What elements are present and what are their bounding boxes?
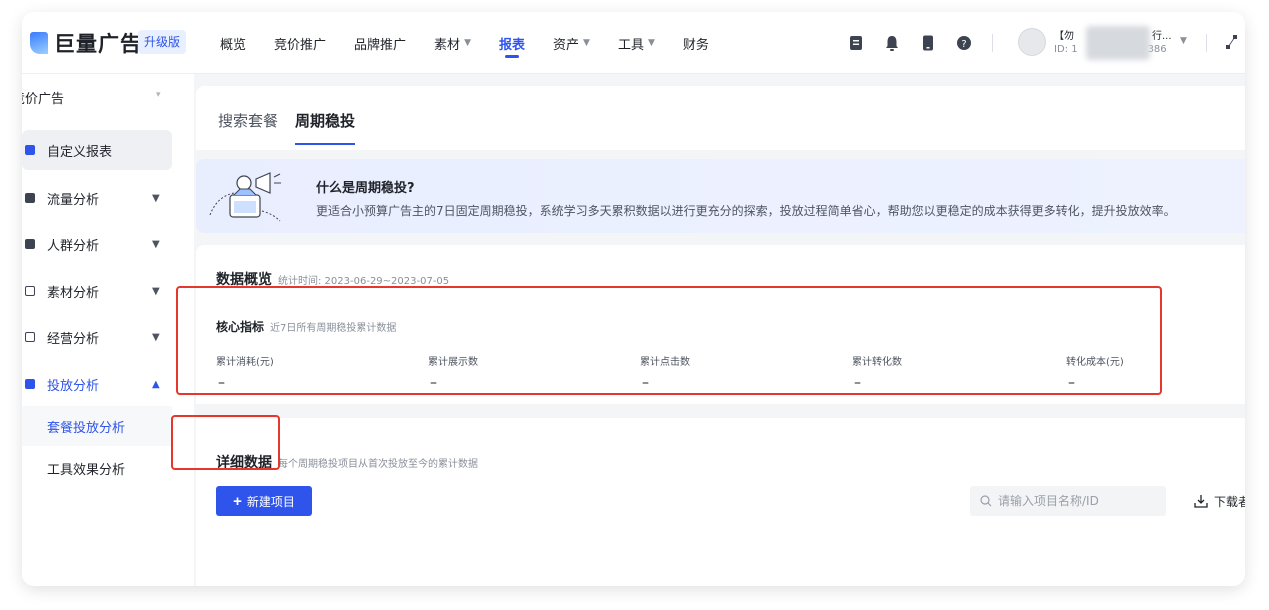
core-metrics-highlight	[176, 286, 1162, 395]
layers-icon	[25, 379, 35, 389]
account-name-tail: 行...	[1152, 31, 1172, 42]
audience-icon	[25, 239, 35, 249]
detail-data-subtitle: 每个周期稳投项目从首次投放至今的累计数据	[278, 459, 478, 470]
brand-logo-icon[interactable]	[30, 32, 48, 54]
business-icon	[25, 332, 35, 342]
nav-item-overview[interactable]: 概览	[220, 12, 246, 74]
nav-item-brand[interactable]: 品牌推广	[354, 12, 406, 74]
account-id-suffix: 386	[1147, 44, 1167, 55]
tab-periodic-stable[interactable]: 周期稳投	[295, 110, 356, 145]
banner-description: 更适合小预算广告主的7日固定周期稳投，系统学习多天累积数据以进行更充分的探索，投…	[316, 204, 1176, 218]
section-separator	[196, 404, 1245, 418]
sidebar: 竞价广告 ▾ 自定义报表 流量分析 ▼ 人群分析 ▼ 素材分析 ▼ 经营分析 ▼	[22, 74, 194, 586]
new-project-button[interactable]: + 新建项目	[216, 486, 312, 516]
svg-text:?: ?	[961, 39, 966, 50]
chevron-up-icon: ▲	[152, 378, 160, 390]
chevron-down-icon[interactable]: ▼	[1180, 36, 1187, 46]
sidebar-group-label: 竞价广告	[22, 92, 65, 107]
main-nav: 概览 竞价推广 品牌推广 素材 ▼ 报表 资产 ▼ 工具 ▼ 财务	[220, 12, 737, 74]
nav-label: 财务	[682, 37, 709, 53]
sidebar-item-label: 人群分析	[47, 238, 100, 254]
nav-label: 品牌推广	[354, 37, 407, 53]
tab-label: 周期稳投	[295, 112, 356, 130]
chart-icon	[25, 193, 35, 203]
sidebar-item-business-analysis[interactable]: 经营分析 ▼	[22, 317, 172, 357]
nav-item-assets[interactable]: 资产 ▼	[553, 12, 590, 74]
sidebar-item-delivery-analysis[interactable]: 投放分析 ▲	[22, 364, 172, 404]
sidebar-subitem-label: 套餐投放分析	[47, 420, 126, 436]
account-id-prefix: ID: 1	[1054, 44, 1078, 55]
toolbar-icons: ?	[848, 34, 1007, 52]
sidebar-group-bidding-ads[interactable]: 竞价广告 ▾	[22, 88, 162, 107]
chevron-down-icon: ▼	[583, 38, 590, 48]
toolbar-divider	[992, 34, 993, 52]
bell-icon[interactable]	[884, 35, 900, 51]
nav-label: 资产	[553, 37, 580, 53]
help-icon[interactable]: ?	[956, 35, 972, 51]
info-banner: 什么是周期稳投? 更适合小预算广告主的7日固定周期稳投，系统学习多天累积数据以进…	[196, 159, 1245, 233]
chevron-down-icon: ▼	[152, 285, 160, 297]
new-project-label: 新建项目	[246, 494, 295, 509]
tab-label: 搜索套餐	[218, 112, 279, 130]
tabs-card: 搜索套餐 周期稳投	[196, 86, 1245, 150]
download-label: 下载者	[1214, 494, 1245, 509]
report-icon	[25, 145, 35, 155]
tools-icon[interactable]	[1222, 33, 1240, 51]
banner-title: 什么是周期稳投?	[316, 181, 415, 196]
project-search[interactable]	[970, 486, 1166, 516]
nav-item-creative[interactable]: 素材 ▼	[434, 12, 471, 74]
sidebar-item-audience-analysis[interactable]: 人群分析 ▼	[22, 224, 172, 264]
sidebar-item-traffic-analysis[interactable]: 流量分析 ▼	[22, 178, 172, 218]
creative-icon	[25, 286, 35, 296]
sidebar-subitem-tool-effect[interactable]: 工具效果分析	[22, 448, 172, 488]
document-icon[interactable]	[848, 35, 864, 51]
chevron-down-icon: ▼	[152, 238, 160, 250]
download-button[interactable]: 下载者	[1194, 486, 1245, 516]
download-icon	[1194, 495, 1208, 508]
brand-name[interactable]: 巨量广告	[54, 28, 142, 58]
nav-item-reports[interactable]: 报表	[499, 12, 525, 74]
nav-label: 概览	[220, 37, 247, 53]
sidebar-item-custom-report[interactable]: 自定义报表	[22, 130, 172, 170]
phone-icon[interactable]	[920, 35, 936, 51]
chevron-down-icon: ▼	[152, 192, 160, 204]
plus-icon: +	[233, 492, 242, 510]
upgrade-badge[interactable]: 升级版	[138, 30, 187, 54]
nav-item-bidding[interactable]: 竞价推广	[274, 12, 326, 74]
tab-search-package[interactable]: 搜索套餐	[218, 110, 278, 131]
chevron-down-icon: ▼	[464, 38, 471, 48]
chevron-down-icon: ▼	[152, 331, 160, 343]
sidebar-subitem-label: 工具效果分析	[47, 462, 126, 478]
megaphone-illustration-icon	[204, 169, 288, 225]
nav-label: 素材	[434, 37, 461, 53]
top-bar: 巨量广告 升级版 概览 竞价推广 品牌推广 素材 ▼ 报表 资产 ▼ 工具 ▼ 财务 …	[22, 12, 1245, 74]
account-name-text: 【勿	[1054, 31, 1074, 42]
nav-item-tools[interactable]: 工具 ▼	[618, 12, 655, 74]
sidebar-item-creative-analysis[interactable]: 素材分析 ▼	[22, 271, 172, 311]
search-icon	[980, 495, 992, 507]
sidebar-item-label: 投放分析	[47, 378, 100, 394]
detail-data-highlight	[171, 415, 280, 470]
sidebar-item-label: 经营分析	[47, 331, 100, 347]
nav-label: 工具	[617, 37, 644, 53]
sidebar-item-label: 自定义报表	[47, 144, 113, 160]
search-input[interactable]	[998, 494, 1158, 508]
avatar[interactable]	[1018, 28, 1046, 56]
account-redaction	[1086, 26, 1150, 60]
nav-label: 竞价推广	[274, 37, 327, 53]
chevron-down-icon: ▼	[647, 38, 655, 48]
toolbar-divider	[1206, 34, 1207, 52]
sidebar-item-label: 流量分析	[47, 192, 100, 208]
sidebar-item-label: 素材分析	[47, 285, 100, 301]
sidebar-subitem-package-delivery[interactable]: 套餐投放分析	[22, 406, 172, 446]
nav-item-finance[interactable]: 财务	[683, 12, 709, 74]
nav-label: 报表	[498, 37, 525, 53]
chevron-down-icon: ▾	[156, 90, 161, 100]
